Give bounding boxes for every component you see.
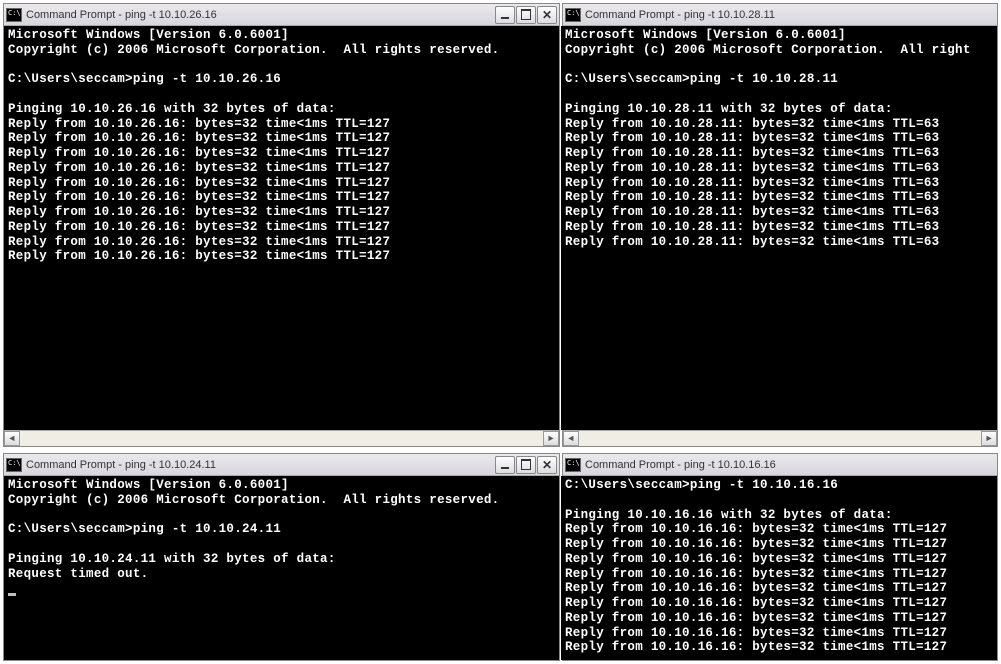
reply-line: Reply from 10.10.28.11: bytes=32 time<1m… — [565, 190, 939, 204]
titlebar[interactable]: Command Prompt - ping -t 10.10.24.11 ✕ — [4, 454, 559, 476]
reply-line: Reply from 10.10.28.11: bytes=32 time<1m… — [565, 131, 939, 145]
cmd-icon — [565, 8, 581, 22]
reply-line: Reply from 10.10.28.11: bytes=32 time<1m… — [565, 161, 939, 175]
pinging-line: Pinging 10.10.28.11 with 32 bytes of dat… — [565, 102, 893, 116]
reply-line: Reply from 10.10.26.16: bytes=32 time<1m… — [8, 190, 390, 204]
reply-line: Reply from 10.10.16.16: bytes=32 time<1m… — [565, 596, 947, 610]
reply-line: Reply from 10.10.26.16: bytes=32 time<1m… — [8, 161, 390, 175]
scroll-track[interactable] — [579, 431, 981, 446]
maximize-button[interactable] — [516, 456, 536, 474]
close-button[interactable]: ✕ — [537, 456, 557, 474]
window-title: Command Prompt - ping -t 10.10.26.16 — [26, 9, 495, 21]
close-button[interactable]: ✕ — [537, 6, 557, 24]
reply-line: Reply from 10.10.16.16: bytes=32 time<1m… — [565, 552, 947, 566]
scroll-right-button[interactable]: ► — [981, 431, 997, 446]
reply-line: Reply from 10.10.28.11: bytes=32 time<1m… — [565, 146, 939, 160]
titlebar[interactable]: Command Prompt - ping -t 10.10.16.16 — [563, 454, 997, 476]
scroll-left-button[interactable]: ◄ — [563, 431, 579, 446]
scroll-left-button[interactable]: ◄ — [4, 431, 20, 446]
pinging-line: Pinging 10.10.26.16 with 32 bytes of dat… — [8, 102, 336, 116]
reply-line: Reply from 10.10.28.11: bytes=32 time<1m… — [565, 235, 939, 249]
minimize-button[interactable] — [495, 6, 515, 24]
pinging-line: Pinging 10.10.24.11 with 32 bytes of dat… — [8, 552, 336, 566]
cursor-icon — [8, 593, 16, 596]
pinging-line: Pinging 10.10.16.16 with 32 bytes of dat… — [565, 508, 893, 522]
header-line: Microsoft Windows [Version 6.0.6001] — [8, 478, 289, 492]
reply-line: Reply from 10.10.16.16: bytes=32 time<1m… — [565, 640, 947, 654]
maximize-button[interactable] — [516, 6, 536, 24]
reply-line: Reply from 10.10.26.16: bytes=32 time<1m… — [8, 249, 390, 263]
reply-line: Reply from 10.10.26.16: bytes=32 time<1m… — [8, 176, 390, 190]
terminal-output[interactable]: Microsoft Windows [Version 6.0.6001] Cop… — [561, 26, 997, 430]
reply-line: Reply from 10.10.26.16: bytes=32 time<1m… — [8, 146, 390, 160]
reply-line: Reply from 10.10.28.11: bytes=32 time<1m… — [565, 205, 939, 219]
prompt-line: C:\Users\seccam>ping -t 10.10.26.16 — [8, 72, 281, 86]
reply-line: Reply from 10.10.16.16: bytes=32 time<1m… — [565, 522, 947, 536]
reply-line: Reply from 10.10.26.16: bytes=32 time<1m… — [8, 131, 390, 145]
header-line: Microsoft Windows [Version 6.0.6001] — [565, 28, 846, 42]
horizontal-scrollbar[interactable]: ◄ ► — [4, 430, 559, 446]
scroll-right-button[interactable]: ► — [543, 431, 559, 446]
reply-line: Reply from 10.10.26.16: bytes=32 time<1m… — [8, 235, 390, 249]
titlebar[interactable]: Command Prompt - ping -t 10.10.28.11 — [563, 4, 997, 26]
terminal-output[interactable]: Microsoft Windows [Version 6.0.6001] Cop… — [4, 476, 559, 660]
reply-line: Reply from 10.10.16.16: bytes=32 time<1m… — [565, 626, 947, 640]
cmd-icon — [6, 458, 22, 472]
cmd-icon — [565, 458, 581, 472]
reply-line: Reply from 10.10.16.16: bytes=32 time<1m… — [565, 537, 947, 551]
reply-line: Reply from 10.10.26.16: bytes=32 time<1m… — [8, 220, 390, 234]
window-title: Command Prompt - ping -t 10.10.16.16 — [585, 459, 995, 471]
window-title: Command Prompt - ping -t 10.10.24.11 — [26, 459, 495, 471]
cmd-window-2: Command Prompt - ping -t 10.10.28.11 Mic… — [562, 3, 998, 447]
reply-line: Reply from 10.10.26.16: bytes=32 time<1m… — [8, 117, 390, 131]
timeout-line: Request timed out. — [8, 567, 148, 581]
window-controls: ✕ — [495, 6, 557, 24]
cmd-window-4: Command Prompt - ping -t 10.10.16.16 C:\… — [562, 453, 998, 661]
prompt-line: C:\Users\seccam>ping -t 10.10.24.11 — [8, 522, 281, 536]
prompt-line: C:\Users\seccam>ping -t 10.10.28.11 — [565, 72, 838, 86]
header-line: Microsoft Windows [Version 6.0.6001] — [8, 28, 289, 42]
scroll-track[interactable] — [20, 431, 543, 446]
cmd-icon — [6, 8, 22, 22]
titlebar[interactable]: Command Prompt - ping -t 10.10.26.16 ✕ — [4, 4, 559, 26]
header-line: Copyright (c) 2006 Microsoft Corporation… — [565, 43, 971, 57]
header-line: Copyright (c) 2006 Microsoft Corporation… — [8, 493, 499, 507]
reply-line: Reply from 10.10.28.11: bytes=32 time<1m… — [565, 117, 939, 131]
reply-line: Reply from 10.10.26.16: bytes=32 time<1m… — [8, 205, 390, 219]
reply-line: Reply from 10.10.28.11: bytes=32 time<1m… — [565, 176, 939, 190]
terminal-output[interactable]: Microsoft Windows [Version 6.0.6001] Cop… — [4, 26, 559, 430]
cmd-window-1: Command Prompt - ping -t 10.10.26.16 ✕ M… — [3, 3, 560, 447]
header-line: Copyright (c) 2006 Microsoft Corporation… — [8, 43, 499, 57]
reply-line: Reply from 10.10.16.16: bytes=32 time<1m… — [565, 567, 947, 581]
reply-line: Reply from 10.10.28.11: bytes=32 time<1m… — [565, 220, 939, 234]
terminal-output[interactable]: C:\Users\seccam>ping -t 10.10.16.16 Ping… — [561, 476, 997, 660]
reply-line: Reply from 10.10.16.16: bytes=32 time<1m… — [565, 581, 947, 595]
cmd-window-3: Command Prompt - ping -t 10.10.24.11 ✕ M… — [3, 453, 560, 661]
horizontal-scrollbar[interactable]: ◄ ► — [563, 430, 997, 446]
reply-line: Reply from 10.10.16.16: bytes=32 time<1m… — [565, 611, 947, 625]
window-title: Command Prompt - ping -t 10.10.28.11 — [585, 9, 995, 21]
window-controls: ✕ — [495, 456, 557, 474]
minimize-button[interactable] — [495, 456, 515, 474]
prompt-line: C:\Users\seccam>ping -t 10.10.16.16 — [565, 478, 838, 492]
